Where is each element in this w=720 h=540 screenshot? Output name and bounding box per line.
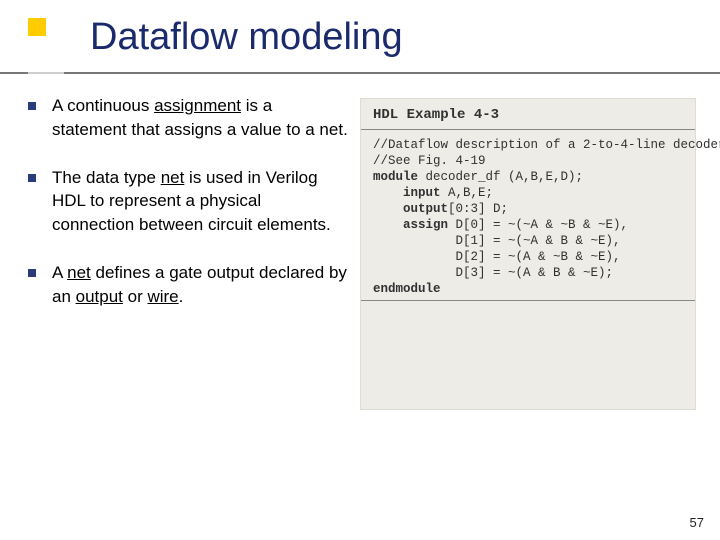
list-item: The data type net is used in Verilog HDL…	[28, 166, 348, 237]
code-figure: HDL Example 4-3 //Dataflow description o…	[360, 98, 696, 410]
bullet-list: A continuous assignment is a statement t…	[28, 94, 348, 333]
divider	[361, 129, 695, 130]
code-line: //See Fig. 4-19	[373, 154, 685, 168]
bullet-text: The data type net is used in Verilog HDL…	[52, 166, 348, 237]
bullet-icon	[28, 102, 36, 110]
divider	[361, 300, 695, 301]
accent-square-icon	[28, 18, 50, 40]
code-line: //Dataflow description of a 2-to-4-line …	[373, 138, 685, 152]
code-line: module decoder_df (A,B,E,D);	[373, 170, 685, 184]
bullet-text: A net defines a gate output declared by …	[52, 261, 348, 309]
bullet-icon	[28, 174, 36, 182]
bullet-text: A continuous assignment is a statement t…	[52, 94, 348, 142]
code-line: assign D[0] = ~(~A & ~B & ~E),	[373, 218, 685, 232]
code-line: D[1] = ~(~A & B & ~E),	[373, 234, 685, 248]
title-underline-dash	[28, 72, 64, 74]
code-line: input A,B,E;	[373, 186, 685, 200]
code-line: output[0:3] D;	[373, 202, 685, 216]
code-line: D[3] = ~(A & B & ~E);	[373, 266, 685, 280]
bullet-icon	[28, 269, 36, 277]
page-number: 57	[690, 515, 704, 530]
code-label: HDL Example 4-3	[373, 107, 685, 123]
list-item: A net defines a gate output declared by …	[28, 261, 348, 309]
code-line: D[2] = ~(A & ~B & ~E),	[373, 250, 685, 264]
slide-title: Dataflow modeling	[90, 16, 403, 59]
list-item: A continuous assignment is a statement t…	[28, 94, 348, 142]
code-line: endmodule	[373, 282, 685, 296]
title-underline	[0, 72, 720, 74]
